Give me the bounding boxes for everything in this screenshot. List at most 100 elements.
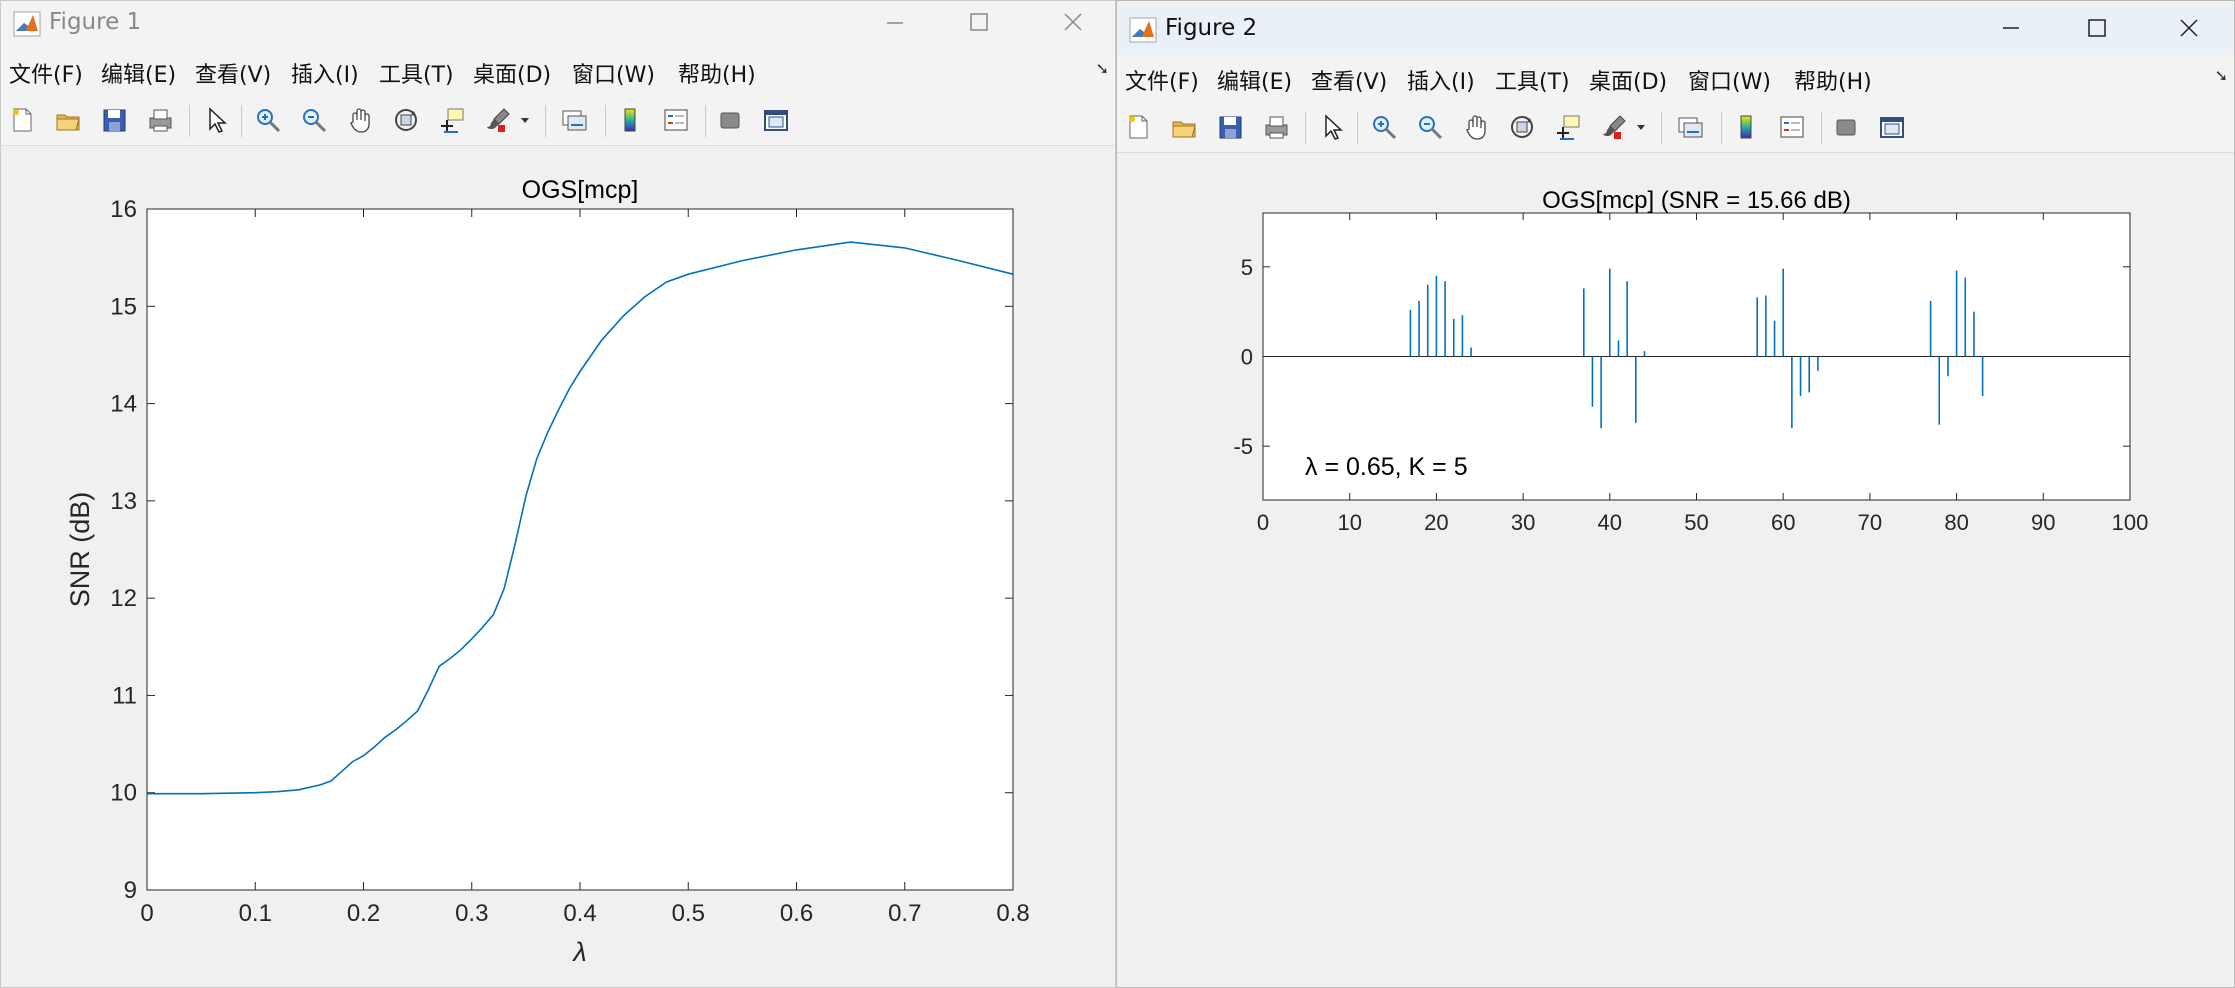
edit-plot-button[interactable] — [1315, 110, 1349, 144]
x-tick-labels: 0 10 20 30 40 50 60 70 80 90 100 — [1257, 510, 2148, 535]
link-plot-button[interactable] — [1673, 110, 1707, 144]
maximize-button[interactable] — [2065, 7, 2129, 49]
chevron-down-icon — [521, 118, 529, 123]
pan-button[interactable] — [343, 103, 377, 137]
data-cursor-button[interactable] — [435, 103, 469, 137]
link-plot-button[interactable] — [557, 103, 591, 137]
zoom-in-button[interactable] — [251, 103, 285, 137]
brush-button[interactable] — [1597, 110, 1631, 144]
minimize-icon — [887, 22, 903, 24]
y-tick-label: 11 — [112, 682, 137, 709]
menu-window[interactable]: 窗口(W) — [572, 57, 655, 89]
x-tick-label: 40 — [1598, 510, 1622, 535]
hide-plot-tools-button[interactable] — [1829, 110, 1863, 144]
new-file-icon — [1129, 115, 1148, 139]
data-cursor-icon — [441, 108, 464, 133]
x-tick-label: 0.2 — [347, 900, 380, 927]
menu-help[interactable]: 帮助(H) — [1794, 64, 1872, 96]
menu-edit[interactable]: 编辑(E) — [1217, 64, 1292, 96]
zoom-in-button[interactable] — [1367, 110, 1401, 144]
save-button[interactable] — [97, 103, 131, 137]
window-title: Figure 2 — [1165, 15, 1258, 41]
menu-file[interactable]: 文件(F) — [9, 57, 83, 89]
close-button[interactable] — [1041, 1, 1105, 43]
minimize-button[interactable] — [863, 1, 927, 43]
save-button[interactable] — [1213, 110, 1247, 144]
stem-plot: 0 10 20 30 40 50 60 70 80 90 100 50-5 OGS[mcp] (SN… — [1233, 187, 2148, 535]
new-figure-button[interactable] — [1121, 110, 1155, 144]
brush-dropdown-button[interactable] — [1631, 110, 1651, 144]
select-pointer-icon — [1325, 114, 1343, 140]
x-tick-label: 10 — [1337, 510, 1361, 535]
minimize-button[interactable] — [1979, 7, 2043, 49]
rotate-3d-button[interactable] — [1505, 110, 1539, 144]
x-tick-label: 0.3 — [455, 900, 488, 927]
y-tick-label: 10 — [110, 780, 137, 807]
brush-dropdown-button[interactable] — [515, 103, 535, 137]
pan-button[interactable] — [1459, 110, 1493, 144]
menu-tools[interactable]: 工具(T) — [1495, 64, 1570, 96]
brush-button[interactable] — [481, 103, 515, 137]
print-button[interactable] — [1259, 110, 1293, 144]
matlab-icon — [1129, 17, 1157, 43]
menu-file[interactable]: 文件(F) — [1125, 64, 1199, 96]
minimize-icon — [2003, 27, 2019, 29]
colorbar-icon — [624, 108, 636, 132]
data-cursor-button[interactable] — [1551, 110, 1585, 144]
select-pointer-icon — [209, 107, 227, 133]
y-tick-label: 14 — [110, 391, 137, 418]
zoom-out-icon — [303, 109, 327, 133]
y-axis-label: SNR (dB) — [65, 492, 95, 608]
menu-insert[interactable]: 插入(I) — [1407, 64, 1475, 96]
x-tick-label: 100 — [2112, 510, 2149, 535]
menu-desktop[interactable]: 桌面(D) — [473, 57, 551, 89]
menu-edit[interactable]: 编辑(E) — [101, 57, 176, 89]
pan-hand-icon — [1466, 115, 1486, 140]
menu-desktop[interactable]: 桌面(D) — [1589, 64, 1667, 96]
open-file-button[interactable] — [1167, 110, 1201, 144]
title-bar[interactable]: Figure 1 — [1, 1, 1115, 47]
zoom-in-icon — [1373, 116, 1397, 140]
hide-plot-tools-button[interactable] — [713, 103, 747, 137]
menu-window[interactable]: 窗口(W) — [1688, 64, 1771, 96]
maximize-button[interactable] — [947, 1, 1011, 43]
y-tick-label: 0 — [1241, 345, 1253, 370]
colorbar-button[interactable] — [1729, 110, 1763, 144]
menu-view[interactable]: 查看(V) — [195, 57, 271, 89]
print-button[interactable] — [143, 103, 177, 137]
legend-button[interactable] — [1775, 110, 1809, 144]
show-plot-tools-button[interactable] — [1875, 110, 1909, 144]
y-tick-label: 16 — [110, 196, 137, 223]
colorbar-button[interactable] — [613, 103, 647, 137]
open-folder-icon — [56, 114, 80, 131]
legend-icon — [1780, 116, 1804, 138]
colorbar-icon — [1740, 115, 1752, 139]
line-plot: 0 0.1 0.2 0.3 0.4 0.5 0.6 0.7 0.8 9 10 11 12 13 14 15 1… — [65, 176, 1030, 967]
x-axis-label: λ — [571, 937, 586, 967]
title-bar[interactable]: Figure 2 — [1117, 7, 2234, 53]
x-tick-label: 0.8 — [996, 900, 1029, 927]
rotate-3d-button[interactable] — [389, 103, 423, 137]
y-tick-labels: 9 10 11 12 13 14 15 16 — [110, 196, 137, 904]
close-button[interactable] — [2157, 7, 2221, 49]
legend-button[interactable] — [659, 103, 693, 137]
data-cursor-icon — [1557, 115, 1580, 140]
zoom-out-icon — [1419, 116, 1443, 140]
edit-plot-button[interactable] — [199, 103, 233, 137]
x-tick-label: 80 — [1944, 510, 1968, 535]
dock-arrow-icon[interactable]: ➘ — [2215, 66, 2228, 85]
toolbar-separator — [545, 105, 546, 137]
menu-view[interactable]: 查看(V) — [1311, 64, 1387, 96]
show-plot-tools-button[interactable] — [759, 103, 793, 137]
dock-arrow-icon[interactable]: ➘ — [1096, 59, 1109, 78]
menu-tools[interactable]: 工具(T) — [379, 57, 454, 89]
new-figure-button[interactable] — [5, 103, 39, 137]
menu-help[interactable]: 帮助(H) — [678, 57, 756, 89]
open-file-button[interactable] — [51, 103, 85, 137]
zoom-out-button[interactable] — [297, 103, 331, 137]
hide-plot-tools-icon — [1836, 119, 1856, 136]
menu-insert[interactable]: 插入(I) — [291, 57, 359, 89]
y-tick-label: 13 — [110, 488, 137, 515]
toolbar-separator — [189, 105, 190, 137]
zoom-out-button[interactable] — [1413, 110, 1447, 144]
